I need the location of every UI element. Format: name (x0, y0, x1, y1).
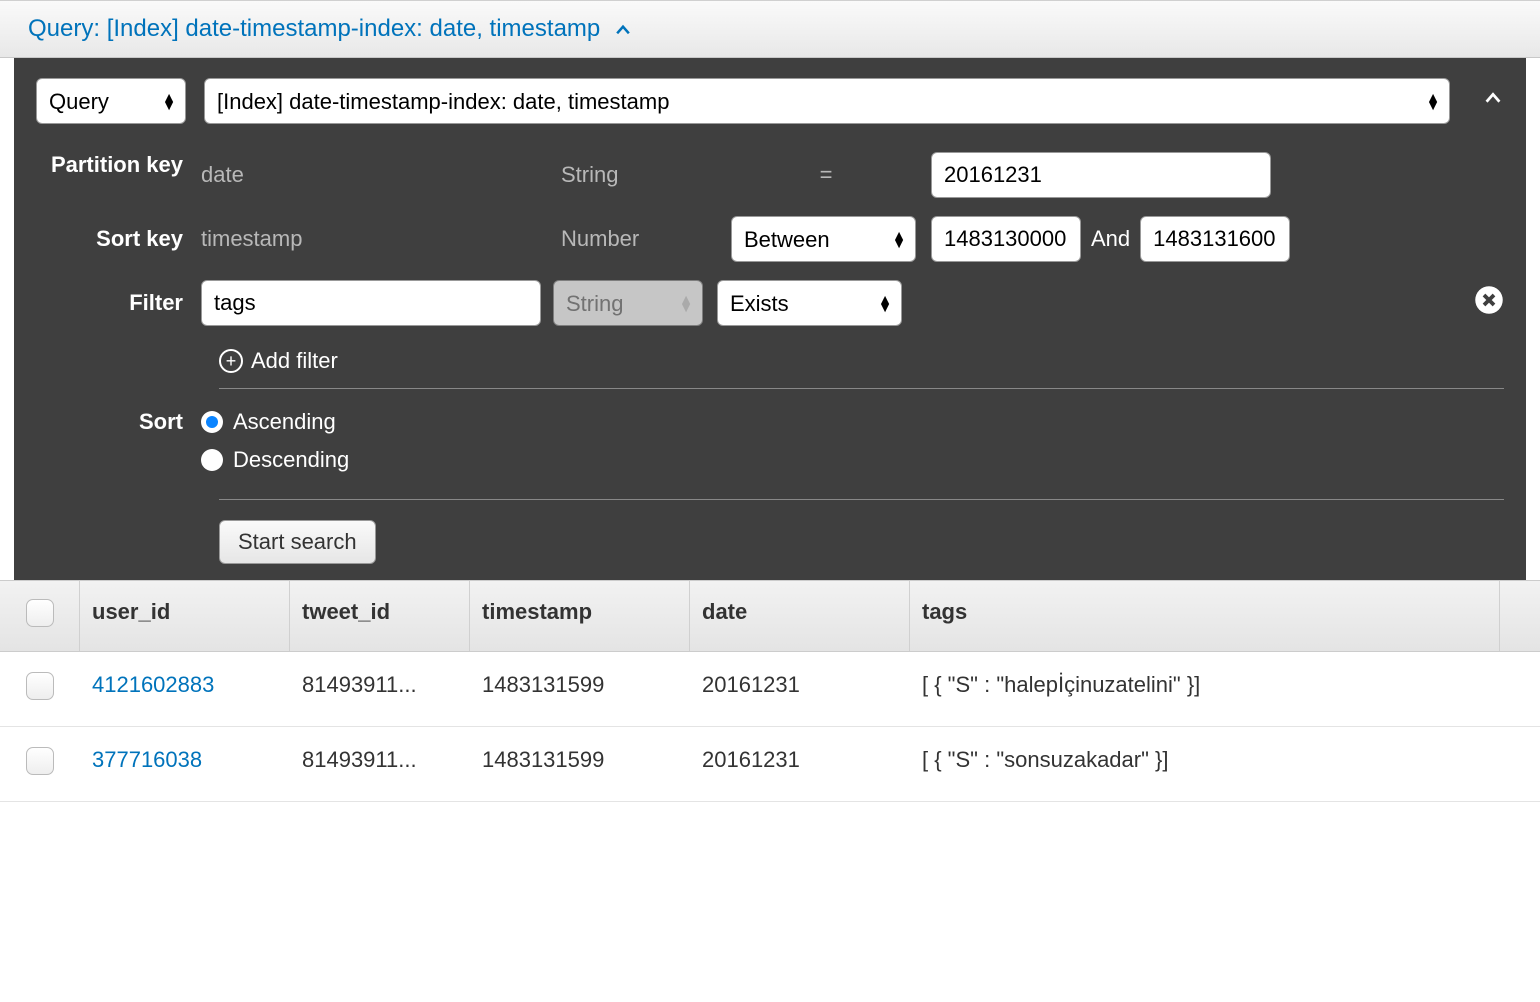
chevron-up-icon (613, 15, 633, 43)
sort-key-from-input[interactable] (931, 216, 1081, 262)
cell-user_id[interactable]: 4121602883 (80, 652, 290, 726)
cell-timestamp: 1483131599 (470, 652, 690, 726)
col-tags[interactable]: tags (910, 581, 1500, 651)
sort-key-name: timestamp (201, 226, 551, 252)
cell-date: 20161231 (690, 652, 910, 726)
row-checkbox[interactable] (26, 747, 54, 775)
mode-select[interactable]: Query (36, 78, 186, 124)
col-date[interactable]: date (690, 581, 910, 651)
query-header-bar: Query: [Index] date-timestamp-index: dat… (0, 0, 1540, 58)
query-title-link[interactable]: Query: [Index] date-timestamp-index: dat… (28, 15, 633, 42)
cell-date: 20161231 (690, 727, 910, 801)
sort-key-op-select[interactable]: Between (731, 216, 916, 262)
filter-attr-input[interactable] (201, 280, 541, 326)
cell-tweet_id: 81493911... (290, 727, 470, 801)
cell-tweet_id: 81493911... (290, 652, 470, 726)
filter-op-select[interactable]: Exists (717, 280, 902, 326)
partition-key-name: date (201, 162, 551, 188)
divider (219, 499, 1504, 500)
plus-circle-icon: + (219, 349, 243, 373)
add-filter-label: Add filter (251, 348, 338, 374)
cell-tags: [ { "S" : "halepİçinuzatelini" }] (910, 652, 1500, 726)
row-checkbox[interactable] (26, 672, 54, 700)
and-label: And (1091, 226, 1130, 252)
divider (219, 388, 1504, 389)
partition-key-value-input[interactable] (931, 152, 1271, 198)
index-select[interactable]: [Index] date-timestamp-index: date, time… (204, 78, 1450, 124)
col-timestamp[interactable]: timestamp (470, 581, 690, 651)
cell-timestamp: 1483131599 (470, 727, 690, 801)
table-header: user_id tweet_id timestamp date tags (0, 580, 1540, 652)
start-search-button[interactable]: Start search (219, 520, 376, 564)
partition-key-type: String (561, 162, 721, 188)
query-title-text: Query: [Index] date-timestamp-index: dat… (28, 15, 600, 42)
radio-checked-icon (201, 411, 223, 433)
add-filter-button[interactable]: + Add filter (219, 348, 338, 374)
sort-asc-label: Ascending (233, 409, 336, 435)
select-all-checkbox[interactable] (26, 599, 54, 627)
cell-tags: [ { "S" : "sonsuzakadar" }] (910, 727, 1500, 801)
table-row: 4121602883 81493911... 1483131599 201612… (0, 652, 1540, 727)
col-user_id[interactable]: user_id (80, 581, 290, 651)
sort-label: Sort (36, 409, 201, 435)
col-tweet_id[interactable]: tweet_id (290, 581, 470, 651)
remove-filter-icon[interactable] (1474, 285, 1504, 322)
filter-label: Filter (36, 290, 201, 316)
sort-key-to-input[interactable] (1140, 216, 1290, 262)
sort-desc-radio[interactable]: Descending (201, 447, 1504, 473)
partition-key-label: Partition key (36, 152, 201, 178)
sort-key-type: Number (561, 226, 721, 252)
sort-key-label: Sort key (36, 226, 201, 252)
sort-desc-label: Descending (233, 447, 349, 473)
radio-unchecked-icon (201, 449, 223, 471)
sort-asc-radio[interactable]: Ascending (201, 409, 1504, 435)
cell-user_id[interactable]: 377716038 (80, 727, 290, 801)
partition-key-op: = (731, 162, 921, 188)
query-panel: Query ▲▼ [Index] date-timestamp-index: d… (14, 58, 1526, 580)
collapse-panel-icon[interactable] (1482, 87, 1504, 115)
table-row: 377716038 81493911... 1483131599 2016123… (0, 727, 1540, 802)
filter-type-select[interactable]: String (553, 280, 703, 326)
